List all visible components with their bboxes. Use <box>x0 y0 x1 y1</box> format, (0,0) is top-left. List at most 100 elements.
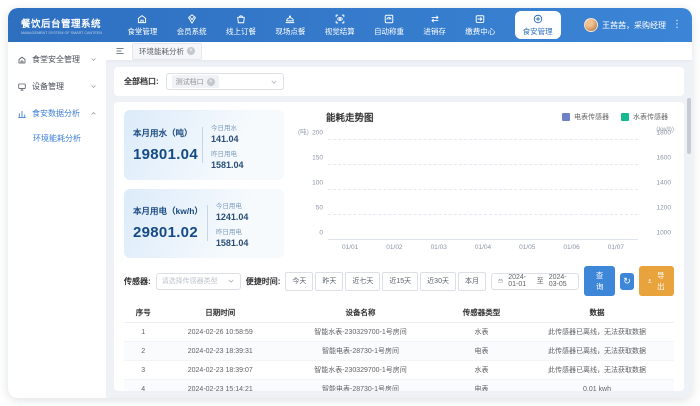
water-stat-value: 19801.04 <box>133 146 198 163</box>
nav-item-online-order[interactable]: 线上订餐 <box>226 13 256 37</box>
quick-range-button[interactable]: 近30天 <box>420 272 456 291</box>
nav-label: 自动称重 <box>374 26 404 37</box>
quick-range-group: 今天昨天近七天近15天近30天本月 <box>285 272 486 291</box>
legend-swatch <box>621 113 629 121</box>
left-axis-tick: 150 <box>312 155 323 162</box>
stall-tag-close-icon[interactable]: × <box>207 78 215 86</box>
auto-weigh-icon <box>383 13 395 25</box>
legend-item[interactable]: 水表传感器 <box>621 112 668 122</box>
yesterday-value: 1581.04 <box>211 160 244 170</box>
app-subtitle: MANAGEMENT SYSTEM OF SMART CANTEEN <box>21 30 102 35</box>
refresh-button[interactable]: ↻ <box>620 273 634 290</box>
user-avatar <box>584 18 598 32</box>
table-row[interactable]: 22024-02-23 18:39:31智能电表-28730-1号房间电表此传感… <box>124 342 674 361</box>
table-cell: 电表 <box>443 380 520 392</box>
divider <box>207 205 208 241</box>
user-menu[interactable]: 王茜茜，采购经理 ⋮ <box>580 18 692 32</box>
today-electricity-label: 今日用电 <box>216 200 249 210</box>
top-nav: 食堂管理 会员系统 线上订餐 现场点餐 视觉结算 自动称重 <box>108 8 580 42</box>
query-filter-row: 传感器: 请选择传感器类型 便捷时间: 今天昨天近七天近15天近30天本月 20… <box>124 266 674 296</box>
nav-item-vision-checkout[interactable]: 视觉结算 <box>325 13 355 37</box>
nav-item-member[interactable]: 会员系统 <box>177 13 207 37</box>
nav-item-food-safety[interactable]: 食安管理 <box>515 11 561 39</box>
right-axis-tick: 1600 <box>657 155 671 162</box>
stall-select[interactable]: 测试档口 × <box>166 73 284 90</box>
quick-range-button[interactable]: 近七天 <box>345 272 380 291</box>
column-header-data: 数据 <box>520 303 674 323</box>
table-cell: 2024-02-23 18:39:31 <box>163 342 279 361</box>
chevron-down-icon <box>270 78 278 86</box>
legend-label: 电表传感器 <box>574 112 609 122</box>
quick-range-button[interactable]: 近15天 <box>382 272 418 291</box>
divider <box>202 127 203 163</box>
yesterday-value: 1581.04 <box>216 238 249 248</box>
column-header-sensor-type: 传感器类型 <box>443 303 520 323</box>
more-menu-icon[interactable]: ⋮ <box>670 20 682 30</box>
sidebar-item-device-management[interactable]: 设备管理 <box>8 73 106 100</box>
sidebar-subitem-energy-analysis[interactable]: 环境能耗分析 <box>8 127 106 150</box>
export-button[interactable]: 导出 <box>639 266 674 296</box>
gridline <box>328 239 638 240</box>
app-logo: 餐饮后台管理系统 MANAGEMENT SYSTEM OF SMART CANT… <box>8 16 108 35</box>
online-order-icon <box>235 13 247 25</box>
nav-item-dine-in[interactable]: 现场点餐 <box>275 13 305 37</box>
x-axis-label: 01/05 <box>519 244 535 251</box>
column-header-datetime: 日期时间 <box>163 303 279 323</box>
left-axis-tick: 200 <box>312 130 323 137</box>
left-axis-tick: 100 <box>312 180 323 187</box>
x-axis-label: 01/02 <box>386 244 402 251</box>
today-water-value: 141.04 <box>211 134 244 144</box>
water-stat-card: 本月用水（吨） 19801.04 今日用水 141.04 昨日用电 1581.0… <box>124 110 284 180</box>
table-row[interactable]: 12024-02-26 10:58:59智能水表-230329700-1号房间水… <box>124 323 674 342</box>
table-cell: 2024-02-23 15:14:21 <box>163 380 279 392</box>
left-axis-unit: (吨) <box>298 126 309 136</box>
search-button[interactable]: 查询 <box>584 266 615 296</box>
table-cell: 水表 <box>443 323 520 342</box>
sidebar-item-canteen-safety[interactable]: 食堂安全管理 <box>8 46 106 73</box>
gridline <box>328 214 638 215</box>
export-label: 导出 <box>656 270 666 292</box>
legend-label: 水表传感器 <box>633 112 668 122</box>
nav-label: 视觉结算 <box>325 26 355 37</box>
nav-label: 食堂管理 <box>127 26 157 37</box>
x-axis-label: 01/07 <box>608 244 624 251</box>
table-row[interactable]: 42024-02-23 15:14:21智能电表-28730-1号房间电表0.0… <box>124 380 674 392</box>
date-end-value: 2024-03-05 <box>549 274 572 288</box>
tab-energy-analysis[interactable]: 环境能耗分析 × <box>132 43 202 60</box>
table-cell: 2024-02-23 18:39:07 <box>163 361 279 380</box>
sensor-select-placeholder: 请选择传感器类型 <box>162 276 224 286</box>
app-window: 餐饮后台管理系统 MANAGEMENT SYSTEM OF SMART CANT… <box>8 8 692 398</box>
table-header-row: 序号 日期时间 设备名称 传感器类型 数据 <box>124 303 674 323</box>
table-row[interactable]: 32024-02-23 18:39:07智能水表-230329700-1号房间水… <box>124 361 674 380</box>
tab-close-icon[interactable]: × <box>187 47 195 55</box>
collapse-menu-icon[interactable] <box>115 46 125 56</box>
stall-tag-label: 测试档口 <box>176 77 204 87</box>
date-range-picker[interactable]: 2024-01-01 至 2024-03-05 <box>491 273 579 290</box>
sidebar: 食堂安全管理 设备管理 食安数据分析 环境能耗分析 <box>8 42 106 398</box>
quick-time-label: 便捷时间: <box>246 276 281 287</box>
electricity-stat-title: 本月用电（kw/h） <box>133 205 203 217</box>
electricity-stat-card: 本月用电（kw/h） 29801.02 今日用电 1241.04 昨日用电 15… <box>124 189 284 259</box>
chevron-down-icon <box>227 277 235 285</box>
sidebar-item-food-safety-analysis[interactable]: 食安数据分析 <box>8 100 106 127</box>
top-bar: 餐饮后台管理系统 MANAGEMENT SYSTEM OF SMART CANT… <box>8 8 692 42</box>
sensor-type-select[interactable]: 请选择传感器类型 <box>156 273 241 290</box>
scrollbar-thumb[interactable] <box>687 98 691 154</box>
legend-item[interactable]: 电表传感器 <box>562 112 609 122</box>
nav-item-inventory[interactable]: 进销存 <box>423 13 446 37</box>
quick-range-button[interactable]: 今天 <box>285 272 313 291</box>
date-start-value: 2024-01-01 <box>508 274 531 288</box>
nav-item-canteen[interactable]: 食堂管理 <box>127 13 157 37</box>
right-axis-tick: 1000 <box>657 230 671 237</box>
quick-range-button[interactable]: 本月 <box>458 272 486 291</box>
sensor-data-table: 序号 日期时间 设备名称 传感器类型 数据 12024-02-26 10:58:… <box>124 303 674 391</box>
quick-range-button[interactable]: 昨天 <box>315 272 343 291</box>
payment-center-icon <box>474 13 486 25</box>
table-cell: 智能水表-230329700-1号房间 <box>278 323 443 342</box>
table-cell: 水表 <box>443 361 520 380</box>
chevron-down-icon <box>90 83 97 90</box>
nav-item-auto-weigh[interactable]: 自动称重 <box>374 13 404 37</box>
nav-label: 缴费中心 <box>465 26 495 37</box>
table-cell: 智能电表-28730-1号房间 <box>278 342 443 361</box>
nav-item-payment-center[interactable]: 缴费中心 <box>465 13 495 37</box>
